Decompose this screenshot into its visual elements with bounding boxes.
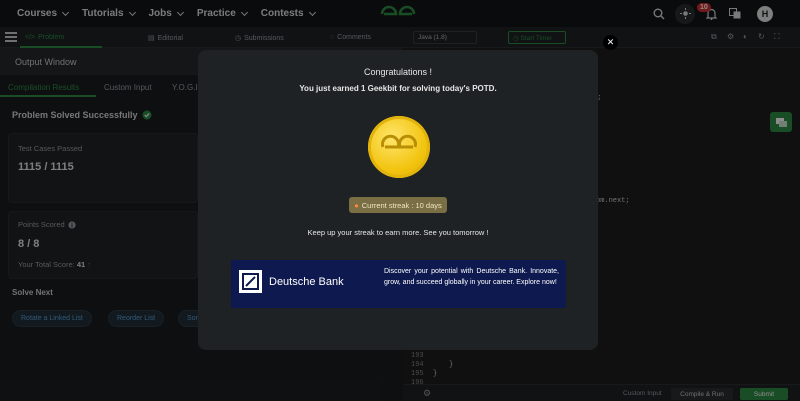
streak-badge: ● Current streak : 10 days — [349, 197, 447, 213]
modal-subtitle: You just earned 1 Geekbit for solving to… — [299, 84, 497, 93]
congrats-modal: Congratulations ! You just earned 1 Geek… — [198, 50, 598, 350]
deutsche-bank-logo — [239, 270, 262, 293]
keep-up-message: Keep up your streak to earn more. See yo… — [307, 228, 489, 237]
close-icon[interactable]: ✕ — [603, 35, 618, 50]
ad-banner[interactable]: Deutsche Bank Discover your potential wi… — [231, 260, 566, 308]
ad-brand-name: Deutsche Bank — [269, 276, 344, 288]
modal-title: Congratulations ! — [363, 67, 433, 77]
geekbit-coin-icon — [368, 116, 430, 178]
fire-icon: ● — [354, 200, 359, 210]
ad-text: Discover your potential with Deutsche Ba… — [384, 268, 559, 286]
